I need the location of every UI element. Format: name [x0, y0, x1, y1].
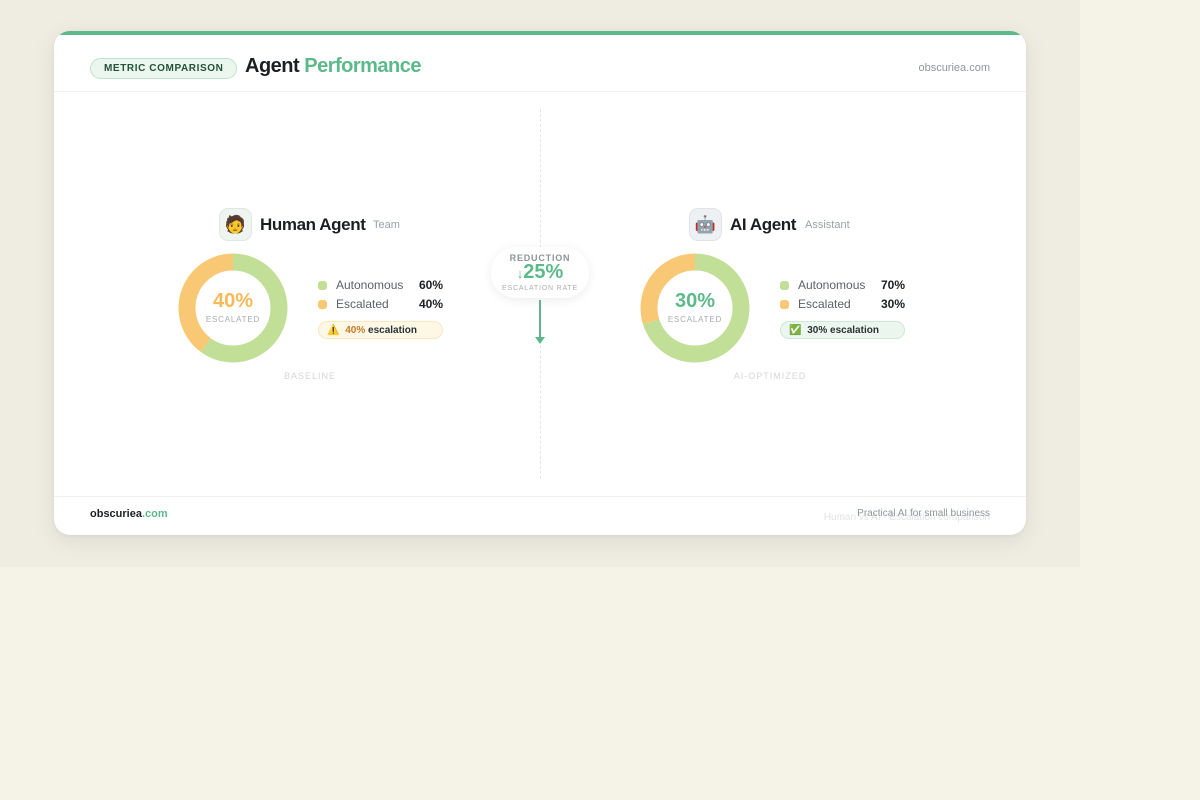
page-title: Agent Performance [245, 55, 422, 78]
connector-arrowhead [535, 337, 545, 344]
autonomous-swatch [318, 281, 327, 290]
legend-label: Autonomous [798, 278, 866, 292]
ai-optimized-label: AI-OPTIMIZED [733, 371, 807, 381]
ai-center-caption: ESCALATED [667, 315, 723, 324]
ai-panel-header: 🤖 AI Agent Assistant [689, 208, 909, 241]
human-donut-chart: 40% ESCALATED [178, 253, 288, 363]
reduction-subcaption: ESCALATION RATE [502, 285, 578, 292]
ai-donut-chart: 30% ESCALATED [640, 253, 750, 363]
human-legend-escalated: Escalated 40% [318, 297, 443, 313]
card-footer: obscuriea.com Human vs AI · Escalation c… [54, 496, 1026, 535]
human-center-value: 40% [212, 290, 254, 312]
ai-agent-name: AI Agent [730, 215, 797, 234]
footer-brand-tld: .com [141, 508, 168, 520]
metric-badge: METRIC COMPARISON [90, 58, 238, 79]
person-icon: 🧑 [219, 208, 252, 241]
pill-value: 40% [345, 325, 366, 336]
human-escalation-pill: ⚠️ 40% escalation [318, 321, 443, 339]
human-center-caption: ESCALATED [205, 315, 261, 324]
legend-value: 60% [418, 278, 443, 292]
legend-value: 30% [880, 297, 905, 311]
ai-legend-escalated: Escalated 30% [780, 297, 905, 313]
title-accent: Performance [304, 55, 422, 77]
legend-value: 70% [880, 278, 905, 292]
reduction-value: 25% [523, 261, 564, 283]
legend-label: Autonomous [336, 278, 404, 292]
footer-brand-name: obscuriea [90, 508, 142, 520]
baseline-label: BASELINE [283, 371, 337, 381]
comparison-card: METRIC COMPARISON Agent Performance obsc… [54, 31, 1026, 535]
robot-icon: 🤖 [689, 208, 722, 241]
pill-value: 30% [807, 325, 828, 336]
pill-text: escalation [368, 325, 417, 336]
ai-legend-autonomous: Autonomous 70% [780, 278, 905, 294]
escalated-swatch [780, 300, 789, 309]
title-main: Agent [245, 55, 300, 77]
ai-agent-subtitle: Assistant [805, 219, 850, 231]
header-brand: obscuriea.com [918, 62, 990, 74]
pill-text: escalation [830, 325, 879, 336]
footer-brand: obscuriea.com [90, 508, 168, 520]
human-legend-autonomous: Autonomous 60% [318, 278, 443, 294]
footer-tagline: Practical AI for small business [857, 508, 990, 519]
human-panel-header: 🧑 Human Agent Team [219, 208, 439, 241]
reduction-badge: REDUCTION ↓25% ESCALATION RATE [491, 247, 589, 298]
autonomous-swatch [780, 281, 789, 290]
reduction-value-row: ↓25% [491, 261, 589, 284]
legend-label: Escalated [798, 297, 851, 311]
reduction-connector [539, 300, 541, 338]
warning-icon: ⚠️ [327, 325, 340, 336]
human-agent-name: Human Agent [260, 215, 366, 234]
card-header: METRIC COMPARISON Agent Performance obsc… [54, 35, 1026, 92]
ai-center-value: 30% [674, 290, 716, 312]
legend-label: Escalated [336, 297, 389, 311]
escalated-swatch [318, 300, 327, 309]
human-agent-subtitle: Team [373, 219, 400, 231]
ai-escalation-pill: ✅ 30% escalation [780, 321, 905, 339]
legend-value: 40% [418, 297, 443, 311]
check-icon: ✅ [789, 325, 802, 336]
